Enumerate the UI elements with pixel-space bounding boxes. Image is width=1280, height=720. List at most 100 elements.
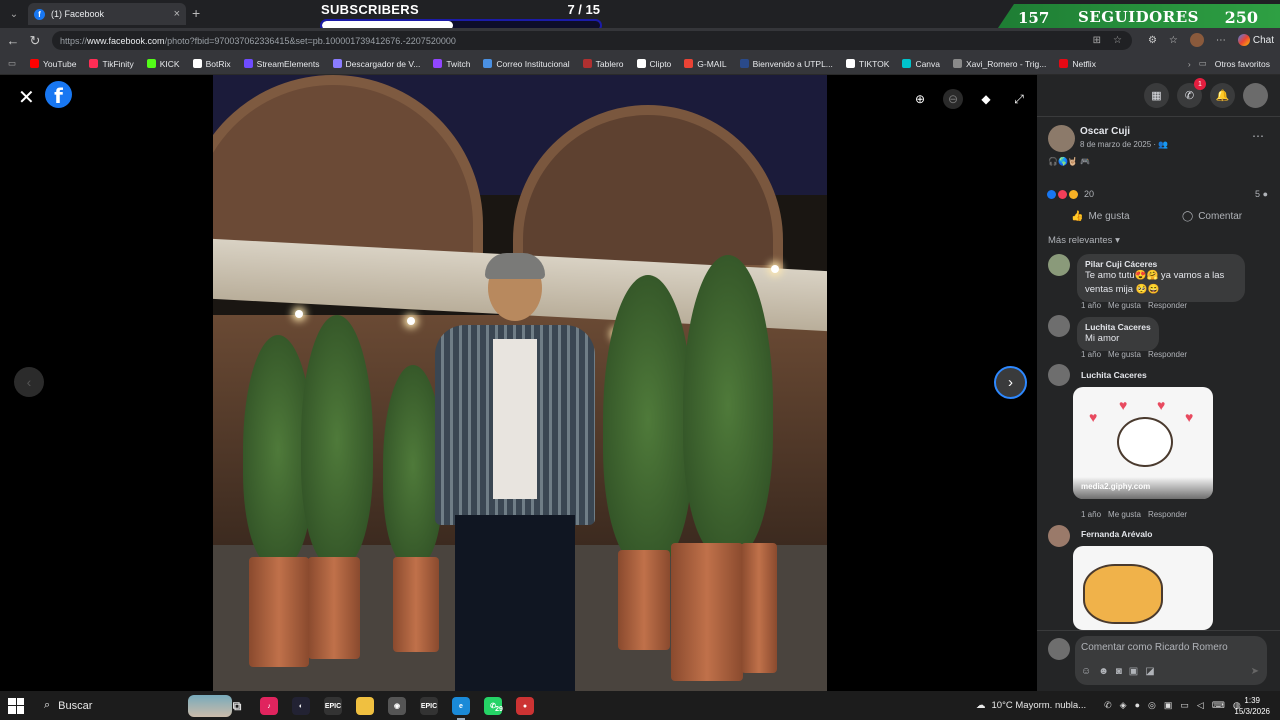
task-view-icon[interactable]: ⧉ (228, 697, 246, 715)
sort-comments-dropdown[interactable]: Más relevantes ▾ (1048, 235, 1120, 246)
chrome-icon[interactable]: ● (516, 697, 534, 715)
comment-gif[interactable] (1073, 546, 1213, 630)
emoji-icon[interactable]: ☻ (1098, 666, 1109, 677)
bookmark-item[interactable]: YouTube (30, 59, 76, 69)
zoom-in-icon[interactable]: ⊕ (910, 89, 930, 109)
windows-start-icon[interactable] (8, 697, 24, 714)
tiktok-app-icon[interactable]: ♪ (260, 697, 278, 715)
bookmark-item[interactable]: StreamElements (243, 59, 320, 69)
epic-games-icon[interactable]: EPIC (324, 697, 342, 715)
other-favorites[interactable]: Otros favoritos (1215, 59, 1270, 69)
tray-app-icon[interactable]: ◈ (1120, 700, 1127, 711)
previous-photo-button[interactable]: ‹ (14, 367, 44, 397)
file-explorer-icon[interactable] (356, 697, 374, 715)
post-options-icon[interactable]: ⋯ (1252, 129, 1264, 143)
like-button[interactable]: 👍 Me gusta (1071, 211, 1130, 222)
back-arrow-icon[interactable]: ← (2, 33, 24, 48)
keyboard-icon[interactable]: ⌨ (1212, 700, 1225, 711)
address-bar[interactable]: https://www.facebook.com/photo?fbid=9700… (52, 31, 1132, 50)
new-tab-icon[interactable]: + (192, 5, 200, 21)
comment-gif[interactable]: ♥ ♥ ♥ ♥ media2.giphy.com (1073, 387, 1213, 499)
post-author[interactable]: Oscar Cuji (1080, 126, 1130, 137)
commenter-avatar[interactable] (1048, 525, 1070, 547)
install-app-icon[interactable]: ⊞ (1093, 35, 1101, 46)
messenger-icon[interactable]: ✆ 1 (1177, 78, 1206, 108)
tray-app-icon-4[interactable]: ▣ (1164, 700, 1173, 711)
bookmark-item[interactable]: Twitch (433, 59, 470, 69)
notifications-bell-icon[interactable]: 🔔 (1210, 83, 1235, 108)
next-photo-button[interactable]: › (994, 366, 1027, 399)
zoom-out-icon[interactable]: ⊖ (943, 89, 963, 109)
bookmark-item[interactable]: Descargador de V... (332, 59, 420, 69)
browser-tab-facebook[interactable]: f (1) Facebook × (28, 3, 186, 25)
bookmark-item[interactable]: Xavi_Romero - Trig... (953, 59, 1046, 69)
avatar-sticker-icon[interactable]: ☺ (1081, 666, 1091, 677)
facebook-logo-icon[interactable]: f (45, 81, 72, 108)
commenter-name[interactable]: Luchita Caceres (1081, 370, 1147, 380)
volume-icon[interactable]: ◁ (1197, 700, 1204, 711)
bookmark-item[interactable]: TikFinity (89, 59, 134, 69)
comments-count[interactable]: 5 ● (1255, 189, 1268, 199)
comment-reply-button[interactable]: Responder (1148, 510, 1187, 519)
bookmark-item[interactable]: G-MAIL (684, 59, 727, 69)
favorites-icon[interactable]: ☆ (1169, 35, 1178, 46)
epic-games-icon-2[interactable]: EPIC (420, 697, 438, 715)
commenter-avatar[interactable] (1048, 254, 1070, 276)
menu-grid-icon[interactable]: ▦ (1144, 83, 1169, 108)
bookmark-item[interactable]: BotRix (192, 59, 231, 69)
reload-icon[interactable]: ↻ (24, 33, 46, 49)
tray-app-icon-2[interactable]: ● (1135, 700, 1140, 711)
extensions-icon[interactable]: ⚙ (1148, 35, 1157, 46)
sticker-icon[interactable]: ◪ (1145, 666, 1154, 677)
comment-time[interactable]: 1 año (1081, 510, 1101, 519)
comment-like-button[interactable]: Me gusta (1108, 510, 1141, 519)
menu-dots-icon[interactable]: ⋯ (1216, 35, 1226, 46)
app-icon[interactable]: ◐ (292, 697, 310, 715)
bookmark-item[interactable]: KICK (146, 59, 180, 69)
author-avatar[interactable] (1048, 125, 1075, 152)
gif-icon[interactable]: ▣ (1129, 666, 1138, 677)
comment-button[interactable]: ◯ Comentar (1182, 211, 1242, 222)
tray-app-icon-3[interactable]: ◎ (1148, 700, 1156, 711)
bookmark-item[interactable]: Correo Institucional (483, 59, 570, 69)
obs-icon[interactable]: ◉ (388, 697, 406, 715)
reactions-summary[interactable]: 20 (1047, 189, 1094, 199)
close-tab-icon[interactable]: × (174, 8, 180, 20)
chat-button[interactable]: Chat (1237, 34, 1274, 46)
system-clock[interactable]: 1:39 15/3/2026 (1234, 695, 1270, 717)
comment-reply-button[interactable]: Responder (1148, 301, 1187, 310)
comment-time[interactable]: 1 año (1081, 350, 1101, 359)
edge-browser-icon[interactable]: e (452, 697, 470, 720)
commenter-avatar[interactable] (1048, 364, 1070, 386)
bookmark-item[interactable]: Netflix (1059, 59, 1096, 69)
bookmarks-overflow-chevron-icon[interactable]: › (1188, 59, 1191, 69)
comment-like-button[interactable]: Me gusta (1108, 350, 1141, 359)
post-date[interactable]: 8 de marzo de 2025 · 👥 (1080, 140, 1168, 149)
bookmark-star-icon[interactable]: ☆ (1113, 35, 1122, 46)
tag-photo-icon[interactable]: ◆ (976, 89, 996, 109)
bookmark-item[interactable]: Canva (902, 59, 940, 69)
commenter-name[interactable]: Fernanda Arévalo (1081, 529, 1153, 539)
fullscreen-icon[interactable]: ⤢ (1009, 89, 1029, 109)
comment-reply-button[interactable]: Responder (1148, 350, 1187, 359)
send-icon[interactable]: ➤ (1251, 666, 1259, 677)
bookmark-item[interactable]: Bienvenido a UTPL... (739, 59, 833, 69)
taskbar-search[interactable]: ⌕ Buscar (38, 691, 233, 720)
comment-input[interactable]: Comentar como Ricardo Romero ☺ ☻ ◙ ▣ ◪ ➤ (1075, 636, 1267, 685)
profile-avatar[interactable] (1189, 33, 1204, 47)
network-icon[interactable]: ▭ (1180, 700, 1189, 711)
close-viewer-icon[interactable]: ✕ (18, 85, 35, 110)
commenter-name[interactable]: Pilar Cuji Cáceres (1085, 259, 1237, 269)
whatsapp-icon[interactable]: ✆ 29 (484, 697, 503, 715)
bookmark-item[interactable]: Clipto (636, 59, 671, 69)
gif-source[interactable]: media2.giphy.com (1073, 477, 1213, 499)
reading-list-icon[interactable]: ▭ (8, 58, 16, 69)
account-avatar[interactable] (1243, 83, 1268, 108)
bookmark-item[interactable]: TIKTOK (845, 59, 889, 69)
commenter-name[interactable]: Luchita Caceres (1085, 322, 1151, 332)
whatsapp-tray-icon[interactable]: ✆ (1104, 700, 1112, 711)
weather-text[interactable]: 10°C Mayorm. nubla... (992, 700, 1087, 711)
comment-like-button[interactable]: Me gusta (1108, 301, 1141, 310)
commenter-avatar[interactable] (1048, 315, 1070, 337)
tab-search-dropdown-icon[interactable]: ⌄ (3, 3, 25, 25)
